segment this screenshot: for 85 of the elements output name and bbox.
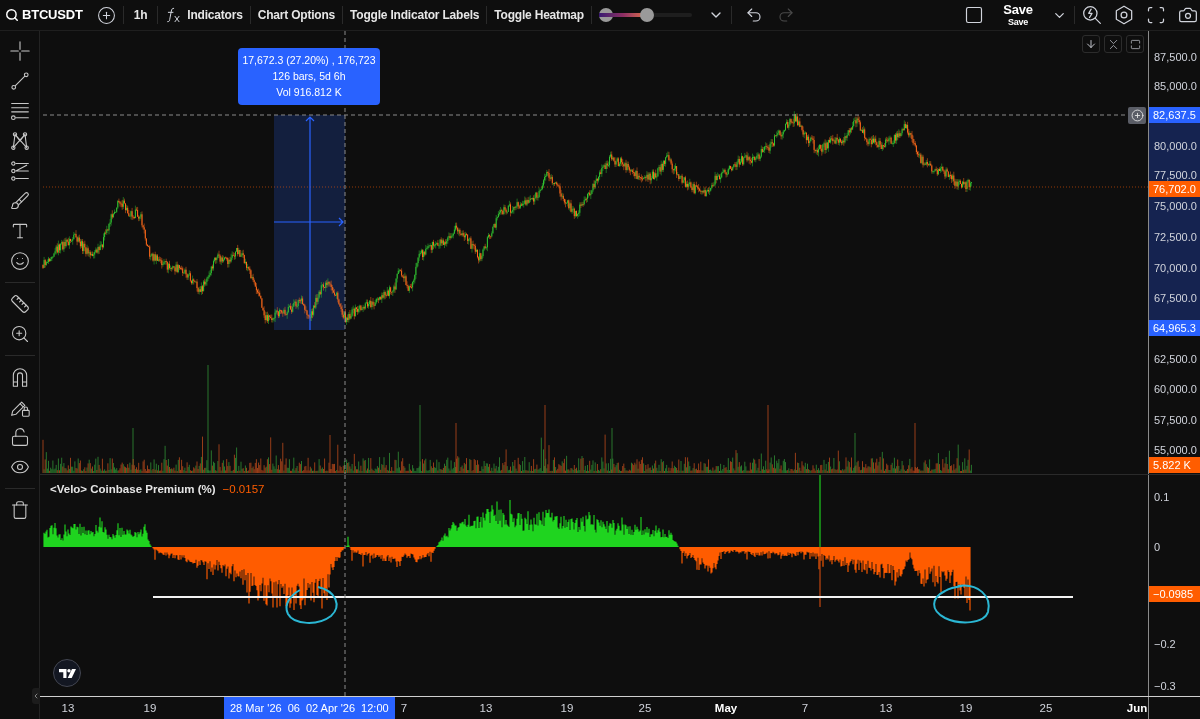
settings-icon[interactable] [1114,5,1134,25]
axis-label: 0.1 [1154,491,1170,503]
square-icon[interactable] [964,5,984,25]
plus-button[interactable] [1128,107,1146,124]
camera-icon[interactable] [1178,5,1198,25]
horizontal-lines-icon[interactable] [9,101,30,121]
maximize-button[interactable] [1126,35,1144,53]
add-symbol-icon[interactable] [96,5,116,25]
time-label: 13 [61,701,75,715]
function-icon [165,7,182,23]
axis-value-label: 5.822 K [1149,457,1200,473]
axis-label: 80,000.0 [1154,140,1197,152]
slider-thumb[interactable] [640,8,655,22]
time-label: Jun [1126,701,1148,715]
symbol-search-button[interactable]: BTCUSDT [5,5,83,25]
time-label: 19 [560,701,574,715]
toolbar-button[interactable]: Chart Options [257,6,336,24]
axis-label: −0.2 [1154,638,1176,650]
measure-horizontal-arrow [273,217,344,227]
axis-value-label: 64,965.3 [1149,320,1200,336]
time-text: 12:00 [361,700,389,716]
multi-line-icon[interactable] [9,161,30,181]
indicator-value: −0.0157 [222,482,265,497]
time-text: 28 Mar '26 [230,700,282,716]
fullscreen-icon[interactable] [1146,5,1166,25]
axis-value-label: −0.0985 [1149,586,1200,602]
toolbar-button[interactable]: Toggle Heatmap [494,6,584,24]
undo-icon[interactable] [744,6,763,24]
time-text: 02 Apr '26 [305,700,356,716]
zoom-in-icon[interactable] [9,324,30,344]
time-label: 25 [1039,701,1053,715]
crosshair-icon[interactable] [9,41,30,61]
measurement-text: 126 bars, 5d 6h [272,70,346,83]
time-label: 13 [479,701,493,715]
indicators-button[interactable]: Indicators [165,6,243,24]
smiley-icon[interactable] [9,251,30,271]
axis-label: 70,000.0 [1154,262,1197,274]
circle-plus-icon [1130,109,1144,122]
toolbar-button[interactable]: Toggle Indicator Labels [350,6,480,24]
frame-icon [1129,38,1141,50]
save-button[interactable]: Save Save [996,3,1040,27]
interval-button[interactable]: 1h [130,6,151,24]
axis-label: 77,500.0 [1154,169,1197,181]
trash-icon[interactable] [9,500,30,520]
collapse-handle[interactable] [32,688,40,704]
logo-icon[interactable] [53,659,81,687]
measurement-text: Vol 916.812 K [276,86,342,99]
axis-label: 57,500.0 [1154,414,1197,426]
scroll-down-button[interactable] [1082,35,1100,53]
axis-label: 67,500.0 [1154,292,1197,304]
ruler-icon[interactable] [9,294,30,314]
axis-label: 87,500.0 [1154,51,1197,63]
circle-annotation[interactable] [285,586,338,624]
axis-label: 0 [1154,541,1161,553]
time-label: May [714,701,738,715]
axis-label: −0.3 [1154,680,1176,692]
time-label: 13 [879,701,893,715]
indicator-title: <Velo> Coinbase Premium (%) [50,482,216,497]
collapse-button[interactable] [1104,35,1122,53]
time-label: 7 [400,701,408,715]
measurement-text: 17,672.3 (27.20%) , 176,723 [242,54,376,67]
axis-label: 85,000.0 [1154,80,1197,92]
heatmap-slider[interactable] [598,8,692,22]
arrow-down-icon [1085,38,1097,50]
line-icon[interactable] [9,71,30,91]
brush-icon[interactable] [9,191,30,211]
bolt-search-icon[interactable] [1082,5,1102,25]
time-label: 7 [801,701,809,715]
axis-value-label: 82,637.5 [1149,107,1200,123]
time-label: 19 [143,701,157,715]
search-icon [5,8,19,22]
axis-value-label: 76,702.0 [1149,181,1200,197]
collapse-icon [1107,38,1119,50]
unlock-icon[interactable] [9,427,30,447]
axis-label: 75,000.0 [1154,200,1197,212]
axis-label: 62,500.0 [1154,353,1197,365]
time-label: 19 [959,701,973,715]
time-label: 25 [638,701,652,715]
circle-annotation[interactable] [933,584,990,624]
time-text: 06 [287,700,300,716]
zigzag-pattern-icon[interactable] [9,131,30,151]
chevron-left-icon [32,692,40,700]
axis-label: 60,000.0 [1154,383,1197,395]
axis-label: 72,500.0 [1154,231,1197,243]
axis-label: 55,000.0 [1154,444,1197,456]
